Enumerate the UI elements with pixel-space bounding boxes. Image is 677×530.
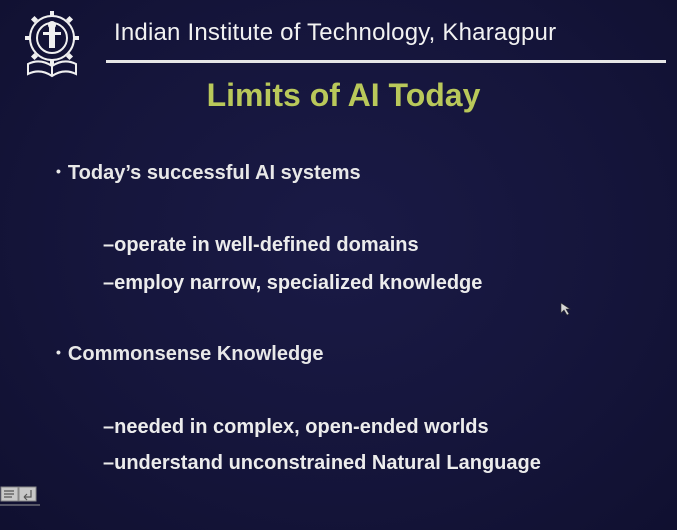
bullet-text: Commonsense Knowledge [67,343,324,365]
slide: Indian Institute of Technology, Kharagpu… [0,0,677,530]
sub-bullet-item: –needed in complex, open-ended worlds [103,416,489,438]
institute-name: Indian Institute of Technology, Kharagpu… [114,19,557,46]
bullet-dot-icon: • [56,163,61,179]
header-divider [106,60,666,63]
iit-kharagpur-logo [25,11,79,78]
bullet-item: • Commonsense Knowledge [56,343,324,366]
sub-bullet-item: –employ narrow, specialized knowledge [103,272,483,294]
bullet-item: • Today’s successful AI systems [56,162,361,185]
slide-navigation-icon[interactable] [0,484,40,506]
bullet-text: Today’s successful AI systems [67,162,361,184]
sub-bullet-item: –understand unconstrained Natural Langua… [103,452,541,474]
sub-bullet-item: –operate in well-defined domains [103,234,419,256]
slide-title: Limits of AI Today [206,77,481,113]
bullet-dot-icon: • [56,344,61,360]
mouse-cursor-icon [560,302,571,316]
